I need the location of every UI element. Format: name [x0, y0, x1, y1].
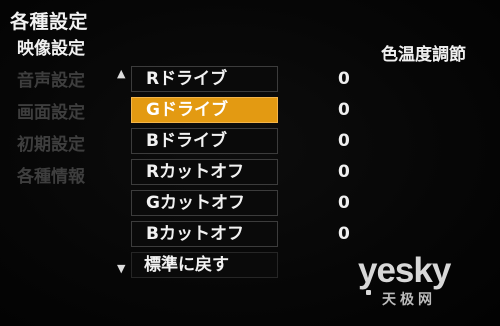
- osd-screen: 各種設定 映像設定 音声設定 画面設定 初期設定 各種情報 色温度調節 ▲ Rド…: [0, 0, 500, 326]
- option-g-drive[interactable]: Gドライブ 0: [131, 97, 350, 123]
- option-list: Rドライブ 0 Gドライブ 0 Bドライブ 0 Rカットオフ 0 Gカットオフ …: [131, 66, 350, 283]
- watermark-sub-text: 天极网: [382, 292, 436, 308]
- left-menu-item-audio[interactable]: 音声設定: [17, 70, 113, 102]
- scroll-down-icon[interactable]: ▼: [117, 263, 125, 275]
- option-b-cutoff[interactable]: Bカットオフ 0: [131, 221, 350, 247]
- reset-label: 標準に戻す: [144, 255, 229, 275]
- left-menu-item-video[interactable]: 映像設定: [17, 38, 113, 70]
- menu-title: 各種設定: [10, 11, 89, 33]
- watermark-dot-icon: [366, 290, 371, 295]
- left-menu-item-info[interactable]: 各種情報: [17, 166, 113, 198]
- option-label: Bドライブ: [146, 131, 227, 151]
- watermark-main-text: yesky: [358, 251, 451, 290]
- left-menu: 映像設定 音声設定 画面設定 初期設定 各種情報: [17, 38, 113, 198]
- option-g-cutoff[interactable]: Gカットオフ 0: [131, 190, 350, 216]
- left-menu-item-screen[interactable]: 画面設定: [17, 102, 113, 134]
- option-value: 0: [338, 193, 350, 213]
- option-value: 0: [338, 131, 350, 151]
- scroll-up-icon[interactable]: ▲: [117, 68, 125, 80]
- option-label: Rドライブ: [146, 69, 228, 89]
- page-header: 色温度調節: [381, 45, 466, 65]
- option-label: Bカットオフ: [146, 224, 244, 244]
- option-label: Rカットオフ: [146, 162, 245, 182]
- left-menu-item-initial[interactable]: 初期設定: [17, 134, 113, 166]
- option-r-cutoff[interactable]: Rカットオフ 0: [131, 159, 350, 185]
- reset-to-default-button[interactable]: 標準に戻す: [131, 252, 278, 278]
- option-label: Gカットオフ: [146, 193, 245, 213]
- option-b-drive[interactable]: Bドライブ 0: [131, 128, 350, 154]
- option-value: 0: [338, 162, 350, 182]
- watermark-logo: yesky 天极网: [358, 252, 498, 318]
- option-value: 0: [338, 224, 350, 244]
- option-r-drive[interactable]: Rドライブ 0: [131, 66, 350, 92]
- option-label: Gドライブ: [146, 100, 228, 120]
- option-value: 0: [338, 69, 350, 89]
- option-value: 0: [338, 100, 350, 120]
